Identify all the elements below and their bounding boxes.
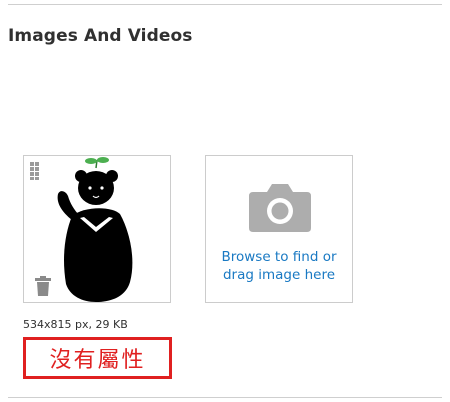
upload-line-1: Browse to find or <box>221 249 337 265</box>
upload-instructions[interactable]: Browse to find or drag image here <box>206 248 352 284</box>
upload-line-2: drag image here <box>222 267 335 283</box>
image-tile[interactable] <box>23 155 171 303</box>
bear-thumbnail <box>57 157 133 302</box>
file-info: 534x815 px, 29 KB <box>23 318 128 331</box>
upload-dropzone[interactable]: Browse to find or drag image here <box>205 155 353 303</box>
camera-icon <box>249 184 311 232</box>
section-title: Images And Videos <box>8 26 193 46</box>
annotation-text: 沒有屬性 <box>49 348 146 373</box>
trash-icon[interactable] <box>35 276 51 296</box>
drag-handle-icon[interactable] <box>30 162 40 180</box>
top-divider <box>8 4 442 5</box>
annotation-box: 沒有屬性 <box>23 337 172 379</box>
bottom-divider <box>8 397 442 398</box>
